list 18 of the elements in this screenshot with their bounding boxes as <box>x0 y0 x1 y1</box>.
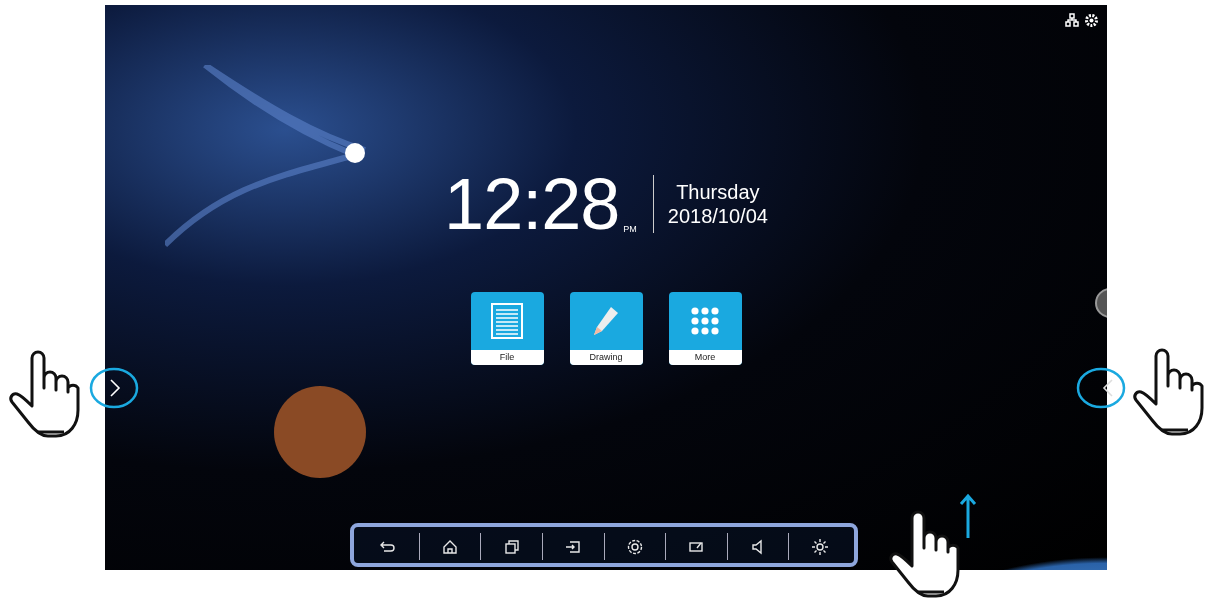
weekday-label: Thursday <box>676 180 760 204</box>
settings-icon <box>625 537 644 556</box>
pencil-icon <box>591 305 621 337</box>
clock-period: PM <box>623 224 637 234</box>
brightness-icon <box>810 537 829 556</box>
app-tile[interactable]: Drawing <box>569 292 643 365</box>
chevron-right-icon[interactable] <box>89 367 139 409</box>
network-icon[interactable] <box>1065 13 1079 27</box>
settings-icon[interactable] <box>1084 13 1099 28</box>
chevron-left-icon[interactable] <box>1076 367 1126 409</box>
clock-time: 12:28 <box>444 168 620 240</box>
app-tile[interactable]: File <box>470 292 544 365</box>
app-tile[interactable]: More <box>668 292 742 365</box>
date-label: 2018/10/04 <box>667 204 768 228</box>
windows-icon <box>502 537 521 556</box>
arrow-up-icon <box>958 492 978 540</box>
document-icon <box>490 302 524 340</box>
grid-dots-icon <box>690 306 720 336</box>
